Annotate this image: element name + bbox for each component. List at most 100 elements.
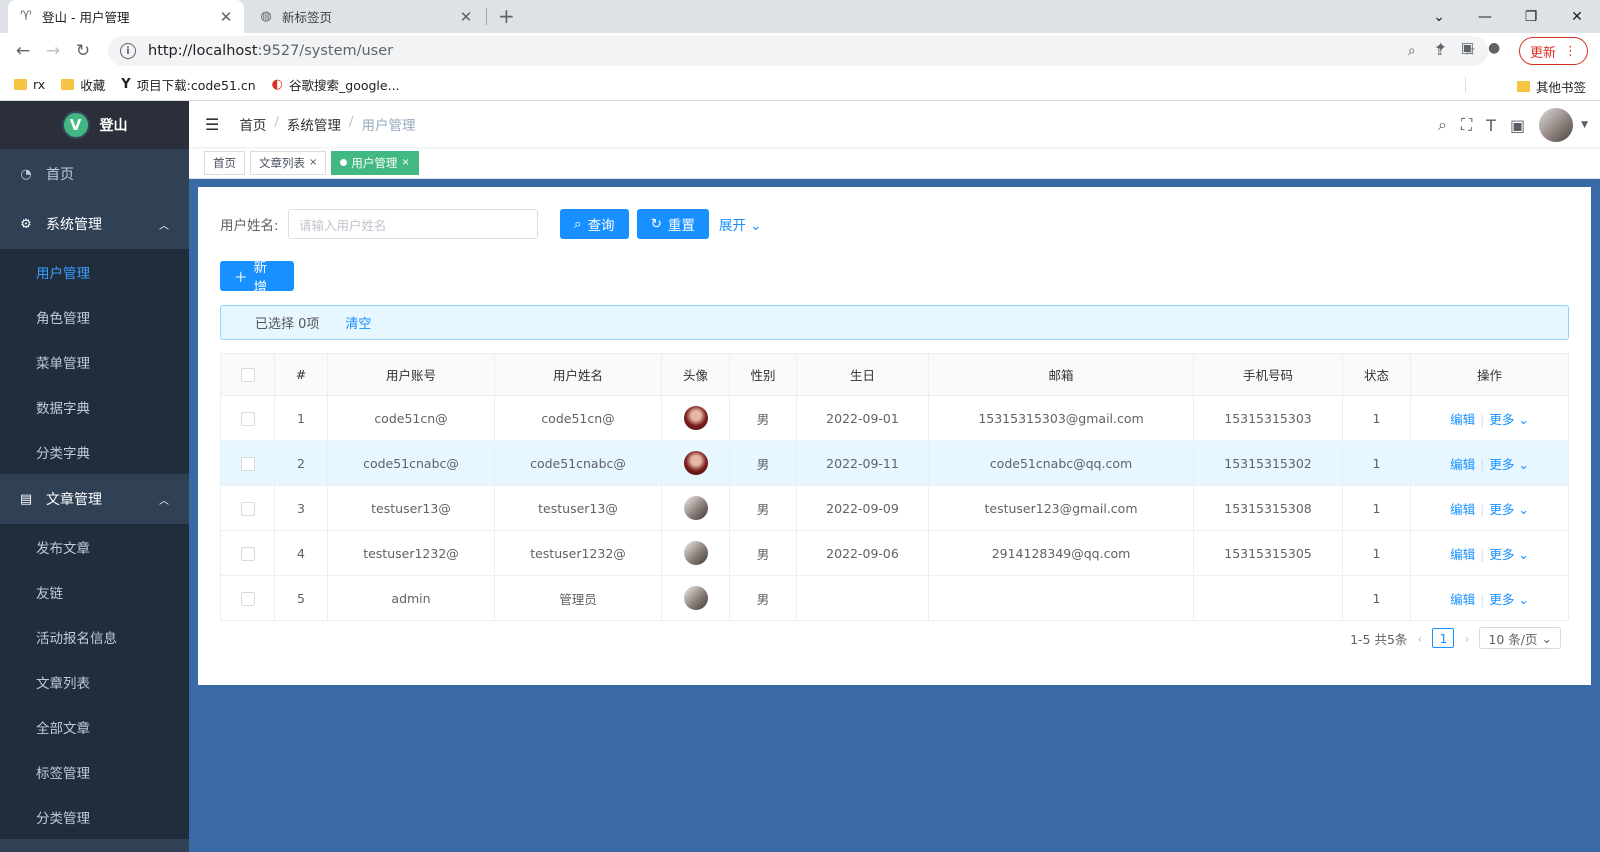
sidebar-item-roles[interactable]: 角色管理 (0, 294, 189, 339)
sidebar-item-users[interactable]: 用户管理 (0, 249, 189, 294)
chevron-down-icon: ⌄ (1518, 546, 1529, 562)
add-user-button[interactable]: ＋ 新增 (220, 260, 294, 296)
reload-icon[interactable]: ↻ (68, 41, 98, 61)
tag-home[interactable]: 首页 (204, 150, 245, 175)
tag-label: 首页 (213, 155, 236, 170)
sidebar-item-article-list[interactable]: 文章列表 (0, 659, 189, 704)
sidebar-item-menus[interactable]: 菜单管理 (0, 339, 189, 384)
more-link[interactable]: 更多 (1489, 412, 1514, 427)
sidebar-item-dict[interactable]: 数据字典 (0, 384, 189, 429)
side-panel-icon[interactable]: ▣ (1461, 40, 1474, 56)
tag-users[interactable]: 用户管理 × (331, 150, 419, 175)
browser-tab-newtab[interactable]: ◍ 新标签页 ✕ (248, 0, 484, 33)
logo[interactable]: V 登山 (0, 101, 189, 149)
row-number: 5 (274, 575, 328, 621)
tag-article-list[interactable]: 文章列表 × (250, 150, 327, 175)
browser-tab-active[interactable]: ♈ 登山 - 用户管理 ✕ (8, 0, 244, 33)
search-icon: ⌕ (574, 216, 582, 232)
clear-selection-link[interactable]: 清空 (345, 313, 371, 332)
next-page-icon[interactable]: › (1464, 631, 1469, 646)
user-status: 1 (1342, 485, 1411, 531)
sidebar-item-publish[interactable]: 发布文章 (0, 524, 189, 569)
table-row[interactable]: 4 testuser1232@ testuser1232@ 男 2022-09-… (220, 530, 1569, 576)
select-all-checkbox[interactable] (240, 368, 255, 383)
profile-icon[interactable]: ● (1488, 40, 1500, 56)
bookmark-rx[interactable]: rx (14, 77, 45, 92)
more-link[interactable]: 更多 (1489, 502, 1514, 517)
close-tab-icon[interactable]: ✕ (458, 8, 474, 26)
sidebar-item-home[interactable]: ◔ 首页 (0, 149, 189, 199)
row-number: 2 (274, 440, 328, 486)
expand-link[interactable]: 展开 ⌄ (719, 214, 762, 234)
restore-icon[interactable]: ❐ (1508, 0, 1554, 33)
query-button[interactable]: ⌕ 查询 (560, 209, 629, 239)
sidebar-item-links[interactable]: 友链 (0, 569, 189, 614)
forward-icon[interactable]: → (38, 41, 68, 61)
edit-link[interactable]: 编辑 (1450, 412, 1475, 427)
edit-link[interactable]: 编辑 (1450, 592, 1475, 607)
navbar-tools: ⌕ ⛶ T ▣ ▼ (1438, 108, 1588, 142)
sidebar-item-tags[interactable]: 标签管理 (0, 749, 189, 794)
browser-tab-bar: ♈ 登山 - 用户管理 ✕ ◍ 新标签页 ✕ + ⌄ — ❐ ✕ (0, 0, 1600, 33)
sidebar-item-category-dict[interactable]: 分类字典 (0, 429, 189, 474)
close-icon[interactable]: × (309, 157, 317, 168)
page-size-select[interactable]: 10 条/页 ⌄ (1479, 627, 1561, 649)
row-checkbox[interactable] (240, 591, 255, 606)
edit-link[interactable]: 编辑 (1450, 457, 1475, 472)
table-row[interactable]: 2 code51cnabc@ code51cnabc@ 男 2022-09-11… (220, 440, 1569, 486)
table-row[interactable]: 1 code51cn@ code51cn@ 男 2022-09-01 15315… (220, 395, 1569, 441)
tab-search-icon[interactable]: ⌄ (1416, 0, 1462, 33)
avatar (683, 496, 708, 520)
edit-link[interactable]: 编辑 (1450, 502, 1475, 517)
language-icon[interactable]: ▣ (1510, 116, 1525, 135)
bookmark-favorites[interactable]: 收藏 (61, 75, 105, 94)
row-checkbox[interactable] (240, 501, 255, 516)
avatar[interactable] (1539, 108, 1574, 142)
row-checkbox[interactable] (240, 546, 255, 561)
url-field[interactable]: i http://localhost:9527/system/user ⌕ ⇪ … (108, 36, 1488, 66)
close-window-icon[interactable]: ✕ (1554, 0, 1600, 33)
more-link[interactable]: 更多 (1489, 592, 1514, 607)
minimize-icon[interactable]: — (1462, 0, 1508, 33)
selected-count: 已选择 0项 (255, 317, 320, 332)
row-checkbox[interactable] (240, 411, 255, 426)
close-tab-icon[interactable]: ✕ (218, 8, 234, 26)
search-input[interactable]: 请输入用户姓名 (288, 209, 538, 239)
breadcrumb-home[interactable]: 首页 (239, 114, 266, 134)
action-divider: | (1480, 546, 1485, 562)
column-header: 状态 (1342, 353, 1411, 396)
sidebar-item-categories[interactable]: 分类管理 (0, 794, 189, 839)
action-divider: | (1480, 456, 1485, 472)
font-size-icon[interactable]: T (1486, 116, 1496, 135)
bookmark-code51[interactable]: Y 项目下载:code51.cn (121, 75, 255, 94)
row-actions: 编辑 | 更多 ⌄ (1410, 440, 1569, 486)
sidebar-item-system[interactable]: ⚙ 系统管理 ︿ (0, 199, 189, 249)
reset-button[interactable]: ↻ 重置 (636, 209, 709, 239)
caret-down-icon[interactable]: ▼ (1581, 120, 1588, 130)
close-icon[interactable]: × (401, 157, 409, 168)
prev-page-icon[interactable]: ‹ (1417, 631, 1422, 646)
table-row[interactable]: 3 testuser13@ testuser13@ 男 2022-09-09 t… (220, 485, 1569, 531)
zoom-icon[interactable]: ⌕ (1408, 43, 1416, 59)
sidebar-item-all-articles[interactable]: 全部文章 (0, 704, 189, 749)
back-icon[interactable]: ← (8, 41, 38, 61)
table-row[interactable]: 5 admin 管理员 男 1 编辑 | 更多 ⌄ (220, 575, 1569, 621)
page-1-button[interactable]: 1 (1432, 628, 1455, 648)
hamburger-icon[interactable]: ☰ (205, 115, 219, 134)
bookmark-other[interactable]: 其他书签 (1516, 77, 1586, 96)
sidebar-item-articles[interactable]: ▤ 文章管理 ︿ (0, 474, 189, 524)
edit-link[interactable]: 编辑 (1450, 547, 1475, 562)
update-button[interactable]: 更新 ⋮ (1518, 37, 1588, 65)
more-link[interactable]: 更多 (1489, 547, 1514, 562)
site-info-icon[interactable]: i (120, 43, 136, 59)
bookmark-google[interactable]: ◐ 谷歌搜索_google... (272, 75, 400, 94)
main-area: ☰ 首页 / 系统管理 / 用户管理 ⌕ ⛶ T ▣ ▼ 首页 文章列表 × 用户管理… (189, 101, 1600, 852)
extensions-icon[interactable]: ✦ (1435, 40, 1447, 56)
more-link[interactable]: 更多 (1489, 457, 1514, 472)
search-form: 用户姓名: 请输入用户姓名 ⌕ 查询 ↻ 重置 展开 ⌄ (220, 209, 1569, 239)
sidebar-item-events[interactable]: 活动报名信息 (0, 614, 189, 659)
new-tab-icon[interactable]: + (498, 4, 515, 28)
search-icon[interactable]: ⌕ (1438, 115, 1447, 135)
fullscreen-icon[interactable]: ⛶ (1461, 115, 1472, 135)
row-checkbox[interactable] (240, 456, 255, 471)
